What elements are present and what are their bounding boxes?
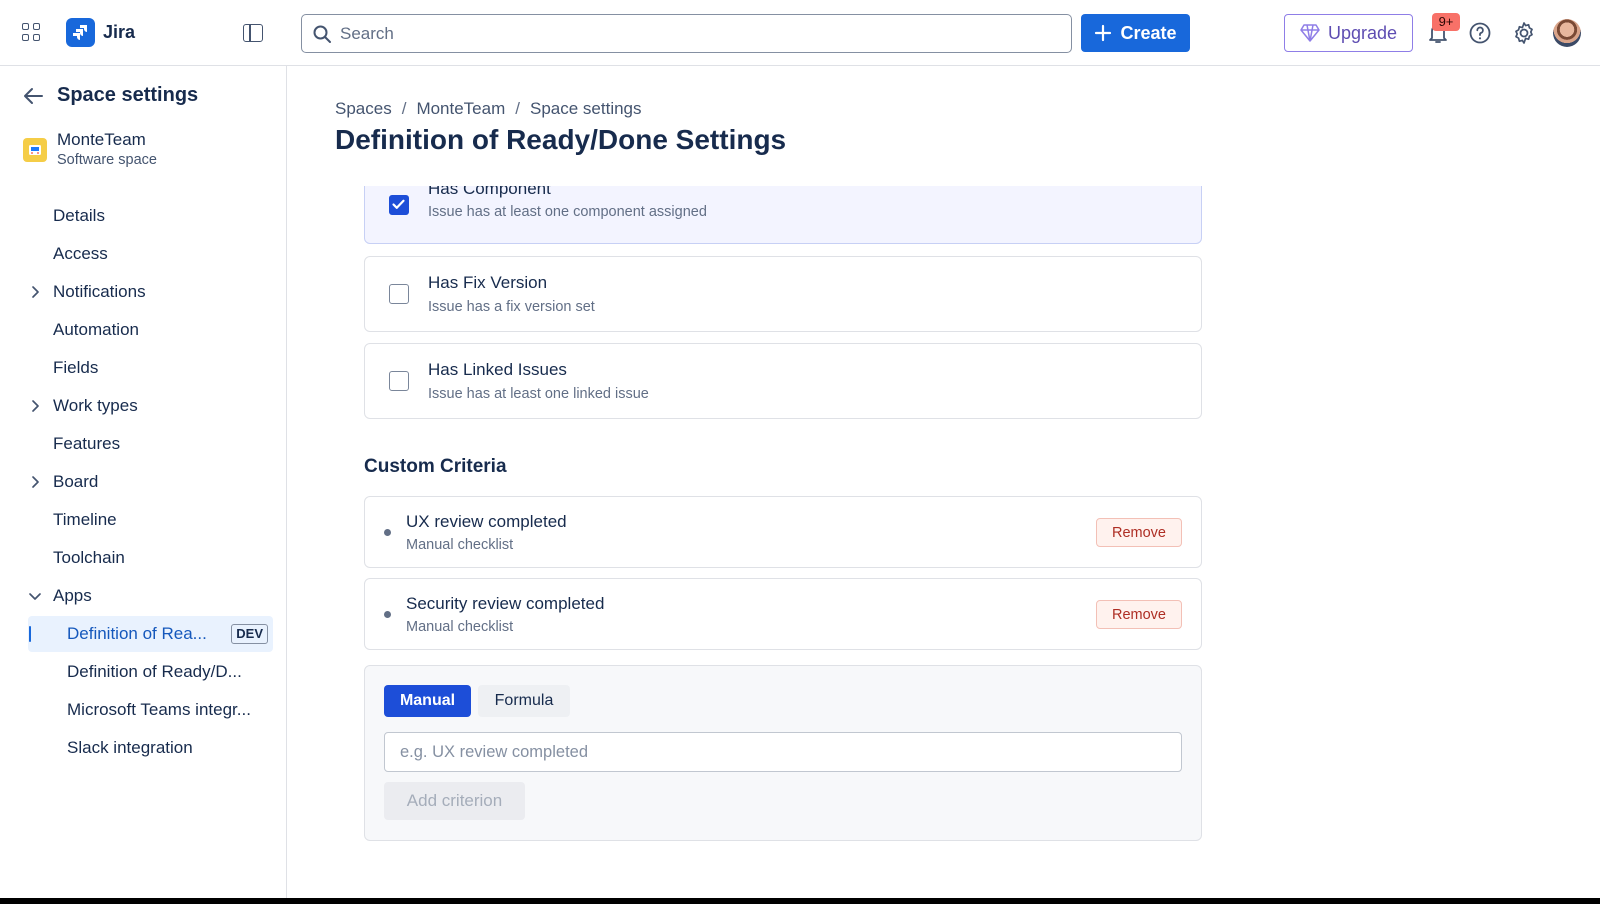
gem-icon: [1300, 24, 1320, 42]
has-linked-issues-checkbox[interactable]: [389, 371, 409, 391]
app-switcher-icon[interactable]: [22, 23, 42, 43]
user-avatar[interactable]: [1553, 19, 1581, 47]
mode-formula-toggle[interactable]: Formula: [478, 685, 570, 717]
sidebar-item-timeline[interactable]: Timeline: [28, 502, 273, 538]
window-bottom-edge: [0, 898, 1600, 904]
sidebar-item-label: Definition of Ready/D...: [67, 662, 242, 681]
check-description: Issue has at least one linked issue: [428, 386, 649, 402]
sidebar-item-definition-of-ready[interactable]: Definition of Ready/D...: [28, 654, 273, 690]
remove-criterion-button[interactable]: Remove: [1096, 518, 1182, 547]
breadcrumb: Spaces / MonteTeam / Space settings: [335, 99, 642, 119]
check-title: Has Fix Version: [428, 273, 548, 292]
add-criterion-panel: Manual Formula Add criterion: [364, 665, 1202, 841]
sidebar-item-label: Fields: [53, 358, 99, 377]
plus-icon: [1095, 24, 1112, 42]
settings-scroll-area[interactable]: Has Component Issue has at least one com…: [364, 186, 1204, 904]
breadcrumb-space-settings[interactable]: Space settings: [530, 99, 642, 119]
check-card-has-linked-issues[interactable]: Has Linked Issues Issue has at least one…: [364, 343, 1202, 419]
notifications-count-badge: 9+: [1432, 13, 1460, 31]
create-button[interactable]: Create: [1081, 14, 1190, 52]
custom-criterion-card: Security review completed Manual checkli…: [364, 578, 1202, 650]
criterion-title: UX review completed: [406, 512, 567, 531]
upgrade-button[interactable]: Upgrade: [1284, 14, 1413, 52]
add-criterion-button[interactable]: Add criterion: [384, 782, 525, 820]
project-type: Software space: [57, 152, 157, 168]
search-input[interactable]: [340, 23, 1040, 44]
sidebar-item-label: Details: [53, 206, 105, 225]
sidebar-item-label: Slack integration: [67, 738, 193, 757]
sidebar-item-microsoft-teams[interactable]: Microsoft Teams integr...: [28, 692, 273, 728]
custom-criterion-card: UX review completed Manual checklist Rem…: [364, 496, 1202, 568]
check-description: Issue has a fix version set: [428, 299, 595, 315]
has-component-checkbox[interactable]: [389, 195, 409, 215]
sidebar-item-slack[interactable]: Slack integration: [28, 730, 273, 766]
sidebar-item-label: Work types: [53, 396, 138, 415]
chevron-right-icon[interactable]: [28, 399, 42, 413]
breadcrumb-spaces[interactable]: Spaces: [335, 99, 392, 119]
space-settings-sidebar: Space settings MonteTeam Software space …: [0, 66, 287, 904]
check-card-has-component[interactable]: Has Component Issue has at least one com…: [364, 186, 1202, 244]
check-title: Has Linked Issues: [428, 360, 567, 379]
sidebar-item-label: Timeline: [53, 510, 117, 529]
sidebar-item-label: Notifications: [53, 282, 146, 301]
breadcrumb-separator: /: [401, 99, 407, 118]
back-arrow-icon[interactable]: [22, 86, 44, 106]
criterion-name-input[interactable]: [384, 732, 1182, 772]
project-avatar-icon: [23, 138, 47, 162]
create-label: Create: [1120, 22, 1177, 43]
sidebar-title: Space settings: [57, 84, 199, 106]
sidebar-item-label: Features: [53, 434, 121, 453]
sidebar-item-access[interactable]: Access: [28, 236, 273, 272]
sidebar-item-board[interactable]: Board: [28, 464, 273, 500]
sidebar-item-label: Board: [53, 472, 99, 491]
criterion-type: Manual checklist: [406, 619, 514, 635]
sidebar-item-toolchain[interactable]: Toolchain: [28, 540, 273, 576]
sidebar-item-fields[interactable]: Fields: [28, 350, 273, 386]
chevron-down-icon[interactable]: [28, 589, 42, 603]
checkmark-icon: [392, 199, 405, 209]
sidebar-item-apps[interactable]: Apps: [28, 578, 273, 614]
criterion-type: Manual checklist: [406, 537, 514, 553]
jira-logo-icon[interactable]: [66, 18, 95, 47]
sidebar-item-label: Apps: [53, 586, 92, 605]
chevron-right-icon[interactable]: [28, 475, 42, 489]
sidebar-item-features[interactable]: Features: [28, 426, 273, 462]
sidebar-item-label: Access: [53, 244, 108, 263]
sidebar-item-work-types[interactable]: Work types: [28, 388, 273, 424]
collapse-sidebar-icon[interactable]: [243, 24, 263, 42]
bullet-icon: [384, 529, 391, 536]
check-card-has-fix-version[interactable]: Has Fix Version Issue has a fix version …: [364, 256, 1202, 332]
breadcrumb-monteteam[interactable]: MonteTeam: [416, 99, 505, 119]
check-description: Issue has at least one component assigne…: [428, 204, 707, 220]
has-fix-version-checkbox[interactable]: [389, 284, 409, 304]
dev-tag: DEV: [231, 624, 268, 644]
help-icon[interactable]: [1468, 21, 1492, 45]
top-navigation-bar: Jira Create Upgrade 9+: [0, 0, 1600, 66]
upgrade-label: Upgrade: [1327, 22, 1398, 43]
bullet-icon: [384, 611, 391, 618]
page-title: Definition of Ready/Done Settings: [335, 124, 787, 155]
remove-criterion-button[interactable]: Remove: [1096, 600, 1182, 629]
sidebar-item-label: Microsoft Teams integr...: [67, 700, 251, 719]
criterion-title: Security review completed: [406, 594, 605, 613]
sidebar-item-label: Definition of Rea...: [67, 624, 207, 643]
app-name[interactable]: Jira: [103, 22, 135, 43]
sidebar-item-automation[interactable]: Automation: [28, 312, 273, 348]
sidebar-item-notifications[interactable]: Notifications: [28, 274, 273, 310]
sidebar-item-details[interactable]: Details: [28, 198, 273, 234]
check-title: Has Component: [428, 186, 551, 198]
sidebar-item-label: Toolchain: [53, 548, 125, 567]
mode-manual-toggle[interactable]: Manual: [384, 685, 471, 717]
search-icon: [313, 25, 331, 43]
search-bar[interactable]: [301, 14, 1072, 53]
breadcrumb-separator: /: [515, 99, 520, 118]
custom-criteria-heading: Custom Criteria: [364, 456, 507, 477]
chevron-right-icon[interactable]: [28, 285, 42, 299]
sidebar-item-definition-of-ready-dev[interactable]: Definition of Rea... DEV: [28, 616, 273, 652]
project-name[interactable]: MonteTeam: [57, 130, 146, 150]
settings-gear-icon[interactable]: [1511, 20, 1537, 46]
sidebar-item-label: Automation: [53, 320, 139, 339]
